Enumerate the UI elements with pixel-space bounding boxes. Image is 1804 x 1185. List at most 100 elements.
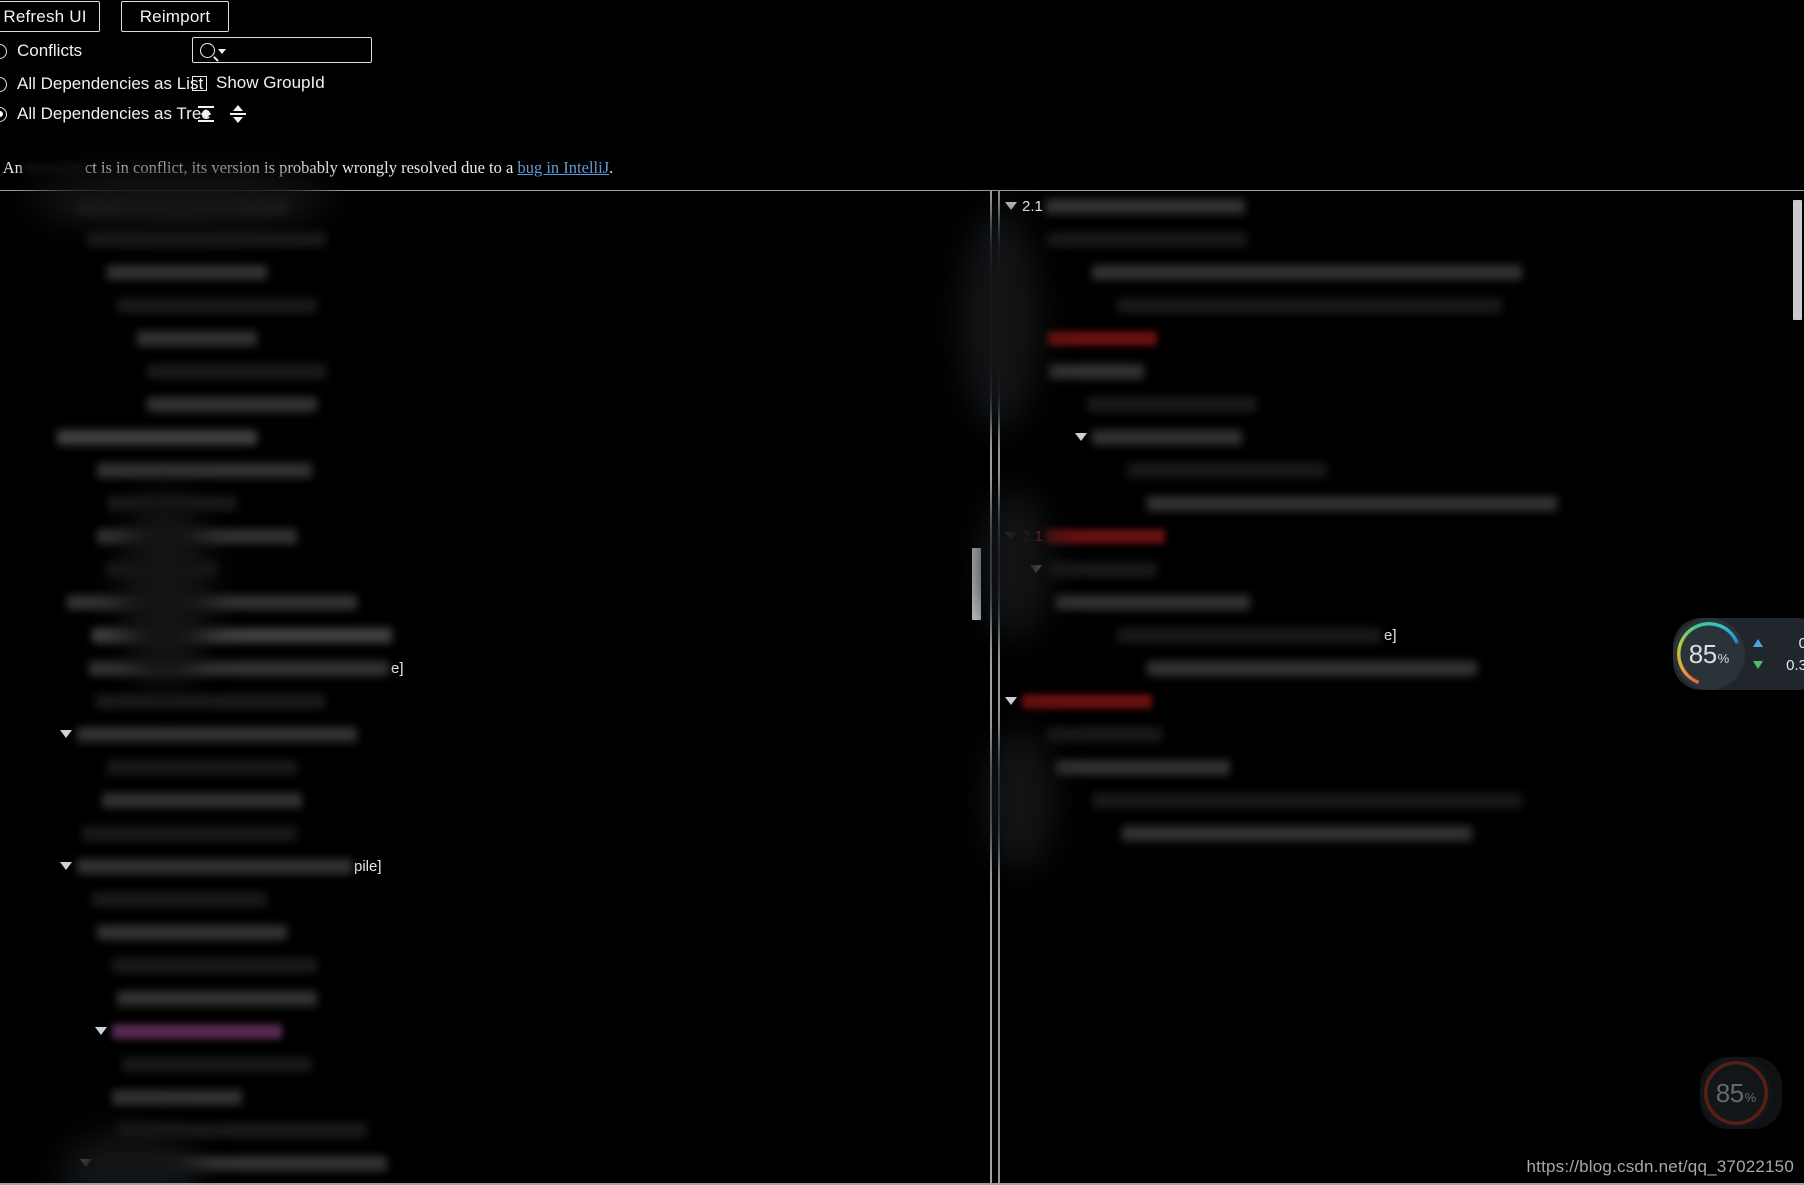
collapse-all-icon[interactable] bbox=[228, 104, 248, 124]
tree-row[interactable] bbox=[80, 527, 297, 545]
tree-row[interactable]: e] bbox=[72, 659, 404, 677]
tree-row[interactable] bbox=[130, 362, 327, 380]
tree-row[interactable]: pile] bbox=[60, 857, 382, 875]
tree-row[interactable] bbox=[90, 263, 267, 281]
tree-row[interactable] bbox=[40, 428, 257, 446]
dependency-label-redacted bbox=[1147, 660, 1477, 676]
tree-row[interactable] bbox=[105, 1055, 312, 1073]
radio-option-all-dependencies-as-tree[interactable]: All Dependencies as Tree bbox=[0, 103, 211, 125]
tree-row[interactable] bbox=[90, 560, 217, 578]
tree-row[interactable] bbox=[1005, 692, 1152, 710]
dependency-analyzer-toolbar: Refresh UI Reimport Conflicts All Depend… bbox=[0, 0, 1804, 190]
dependency-label-redacted bbox=[1117, 297, 1502, 313]
radio-list-indicator[interactable] bbox=[0, 76, 7, 92]
dependency-label-redacted bbox=[117, 297, 317, 313]
tree-row[interactable] bbox=[78, 692, 325, 710]
tree-row[interactable] bbox=[1110, 461, 1327, 479]
tree-row[interactable]: 2.1 bbox=[1005, 527, 1165, 545]
dependency-tree-right-pane[interactable]: 2.1 2.1 e] bbox=[1000, 191, 1804, 1185]
tree-row[interactable] bbox=[1130, 494, 1557, 512]
tree-row[interactable] bbox=[90, 494, 237, 512]
dependency-label-redacted bbox=[117, 1122, 367, 1138]
tree-row[interactable] bbox=[100, 1121, 367, 1139]
tree-row[interactable] bbox=[1030, 230, 1247, 248]
tree-row[interactable] bbox=[80, 1154, 387, 1172]
radio-conflicts-indicator[interactable] bbox=[0, 43, 7, 59]
tree-row[interactable] bbox=[1130, 659, 1477, 677]
system-monitor-widget[interactable]: 85 % 0 K 0.3 K bbox=[1673, 618, 1804, 690]
dependency-label-redacted bbox=[92, 891, 267, 907]
dependency-scope-label: e] bbox=[1384, 626, 1397, 644]
radio-tree-indicator[interactable] bbox=[0, 106, 7, 122]
tree-row[interactable] bbox=[130, 395, 317, 413]
search-input[interactable] bbox=[230, 40, 364, 60]
dependency-label-redacted bbox=[117, 990, 317, 1006]
tree-row[interactable] bbox=[60, 197, 287, 215]
left-pane-scrollbar-thumb[interactable] bbox=[972, 548, 981, 620]
dependency-label-redacted bbox=[77, 858, 352, 874]
radio-conflicts-label: Conflicts bbox=[17, 41, 83, 60]
tree-row[interactable] bbox=[1070, 395, 1257, 413]
tree-row[interactable] bbox=[1030, 329, 1157, 347]
intellij-bug-link[interactable]: bug in IntelliJ bbox=[517, 158, 609, 177]
refresh-ui-button[interactable]: Refresh UI bbox=[0, 1, 100, 32]
chevron-down-icon[interactable] bbox=[60, 730, 72, 738]
dependency-label-redacted bbox=[1049, 363, 1144, 379]
search-field[interactable] bbox=[192, 37, 372, 63]
notice-suffix: . bbox=[609, 158, 614, 177]
tree-row[interactable] bbox=[95, 1088, 242, 1106]
tree-row[interactable] bbox=[80, 461, 312, 479]
tree-row[interactable] bbox=[100, 989, 317, 1007]
show-groupid-checkbox-row[interactable]: Show GroupId bbox=[192, 73, 325, 93]
tree-row[interactable] bbox=[120, 329, 257, 347]
tree-row[interactable] bbox=[95, 1022, 282, 1040]
tree-row[interactable] bbox=[70, 230, 327, 248]
tree-row[interactable] bbox=[80, 923, 287, 941]
pane-splitter[interactable] bbox=[990, 190, 992, 1185]
cpu-usage-unit: % bbox=[1717, 650, 1730, 666]
chevron-down-icon[interactable] bbox=[60, 862, 72, 870]
tree-row[interactable] bbox=[65, 824, 297, 842]
tree-row[interactable] bbox=[1075, 791, 1522, 809]
tree-row[interactable] bbox=[1100, 296, 1502, 314]
download-stat-row: 0.3 K bbox=[1753, 657, 1804, 674]
tree-row[interactable] bbox=[1038, 758, 1230, 776]
tree-row[interactable] bbox=[50, 593, 357, 611]
tree-row[interactable] bbox=[1038, 593, 1250, 611]
tree-row[interactable] bbox=[1075, 263, 1522, 281]
show-groupid-checkbox[interactable] bbox=[192, 75, 207, 91]
chevron-down-icon[interactable] bbox=[1030, 565, 1042, 573]
chevron-down-icon[interactable] bbox=[218, 49, 226, 54]
reimport-button[interactable]: Reimport bbox=[121, 1, 229, 32]
tree-row[interactable] bbox=[75, 626, 392, 644]
dependency-label-redacted bbox=[1117, 627, 1382, 643]
tree-row[interactable] bbox=[60, 725, 357, 743]
chevron-down-icon[interactable] bbox=[80, 1159, 92, 1167]
tree-row[interactable] bbox=[1030, 725, 1162, 743]
radio-option-conflicts[interactable]: Conflicts bbox=[0, 40, 82, 62]
radio-option-all-dependencies-as-list[interactable]: All Dependencies as List bbox=[0, 73, 203, 95]
tree-row[interactable] bbox=[1032, 362, 1144, 380]
chevron-down-icon[interactable] bbox=[1075, 433, 1087, 441]
dependency-label-redacted bbox=[1092, 792, 1522, 808]
dependency-label-redacted bbox=[107, 495, 237, 511]
chevron-down-icon[interactable] bbox=[1005, 202, 1017, 210]
tree-row[interactable] bbox=[1105, 824, 1472, 842]
dependency-tree-left-pane[interactable]: e] pile] bbox=[0, 191, 990, 1185]
system-monitor-widget-faded[interactable]: 85 % bbox=[1700, 1057, 1782, 1129]
tree-row[interactable] bbox=[95, 956, 317, 974]
tree-row[interactable] bbox=[85, 791, 302, 809]
tree-row[interactable] bbox=[75, 890, 267, 908]
tree-row[interactable] bbox=[90, 758, 297, 776]
tree-row[interactable] bbox=[1075, 428, 1242, 446]
chevron-down-icon[interactable] bbox=[1005, 532, 1017, 540]
right-pane-scrollbar-thumb[interactable] bbox=[1793, 200, 1802, 320]
tree-row[interactable] bbox=[1030, 560, 1157, 578]
chevron-down-icon[interactable] bbox=[95, 1027, 107, 1035]
tree-row[interactable] bbox=[100, 296, 317, 314]
dependency-label-redacted bbox=[97, 1155, 387, 1171]
expand-all-icon[interactable] bbox=[196, 104, 216, 124]
tree-row[interactable]: 2.1 bbox=[1005, 197, 1245, 215]
chevron-down-icon[interactable] bbox=[1005, 697, 1017, 705]
tree-row[interactable]: e] bbox=[1100, 626, 1397, 644]
